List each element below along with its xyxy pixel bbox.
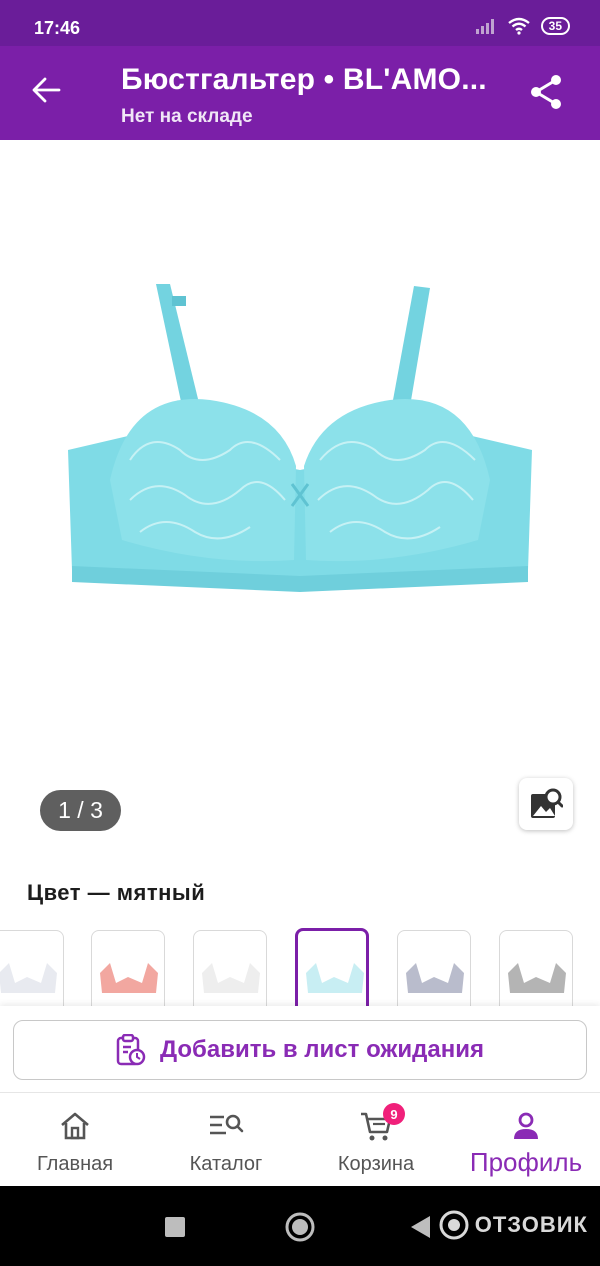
nav-profile[interactable]: Профиль (464, 1093, 588, 1187)
signal-icon (475, 19, 494, 34)
nav-home[interactable]: Главная (30, 1093, 120, 1187)
stock-status: Нет на складе (121, 106, 253, 127)
app-bar: Бюстгальтер • BL'AMO... Нет на складе (0, 46, 600, 140)
bottom-navigation: Главная Каталог 9 Корзина Профиль (0, 1092, 600, 1186)
home-button[interactable] (284, 1211, 316, 1243)
swatch-thumbnail (508, 963, 566, 993)
nav-cart-label: Корзина (337, 1153, 415, 1175)
watermark: ОТЗОВИК (439, 1210, 588, 1240)
color-swatches (0, 928, 600, 1006)
back-nav-button[interactable] (408, 1214, 432, 1240)
swatch-thumbnail (306, 963, 364, 993)
add-to-waitlist-label: Добавить в лист ожидания (159, 1036, 485, 1063)
nav-catalog-label: Каталог (189, 1153, 263, 1175)
swatch-pink[interactable] (91, 930, 165, 1006)
profile-icon (514, 1112, 538, 1139)
nav-cart[interactable]: 9 Корзина (328, 1093, 424, 1187)
color-label: Цвет — мятный (27, 880, 206, 905)
wifi-icon (507, 17, 530, 35)
status-time: 17:46 (34, 18, 81, 38)
swatch-thumbnail (100, 963, 158, 993)
action-panel: Добавить в лист ожидания (0, 1006, 600, 1092)
share-button[interactable] (526, 72, 566, 112)
swatch-white-2[interactable] (193, 930, 267, 1006)
battery-indicator: 35 (540, 17, 570, 35)
image-search-icon (531, 788, 563, 818)
swatch-mint-selected[interactable] (295, 928, 369, 1006)
product-image (68, 284, 532, 592)
nav-profile-label: Профиль (469, 1147, 583, 1177)
page-title: Бюстгальтер • BL'AMO... (121, 63, 487, 96)
share-icon (531, 75, 561, 109)
image-search-button[interactable] (519, 778, 573, 830)
otzovik-logo-icon (439, 1210, 469, 1240)
back-button[interactable] (26, 70, 66, 110)
cart-badge: 9 (383, 1103, 405, 1125)
arrow-left-icon (32, 77, 61, 103)
swatch-thumbnail (406, 963, 464, 993)
image-counter: 1 / 3 (40, 790, 121, 831)
nav-catalog[interactable]: Каталог (180, 1093, 272, 1187)
swatch-white[interactable] (0, 930, 64, 1006)
swatch-grey-blue[interactable] (397, 930, 471, 1006)
watermark-text: ОТЗОВИК (474, 1212, 588, 1237)
recent-apps-button[interactable] (164, 1216, 186, 1238)
swatch-grey[interactable] (499, 930, 573, 1006)
catalog-search-icon (210, 1114, 244, 1135)
system-navigation-bar: ОТЗОВИК (0, 1186, 600, 1266)
swatch-thumbnail (202, 963, 260, 993)
swatch-thumbnail (0, 963, 57, 993)
add-to-waitlist-button[interactable]: Добавить в лист ожидания (13, 1020, 587, 1080)
status-icons: 35 (475, 17, 570, 35)
clipboard-clock-icon (116, 1034, 146, 1066)
product-gallery[interactable]: 1 / 3 (0, 140, 600, 855)
nav-home-label: Главная (36, 1153, 114, 1175)
status-bar: 17:46 35 (0, 0, 600, 46)
home-icon (61, 1112, 89, 1140)
